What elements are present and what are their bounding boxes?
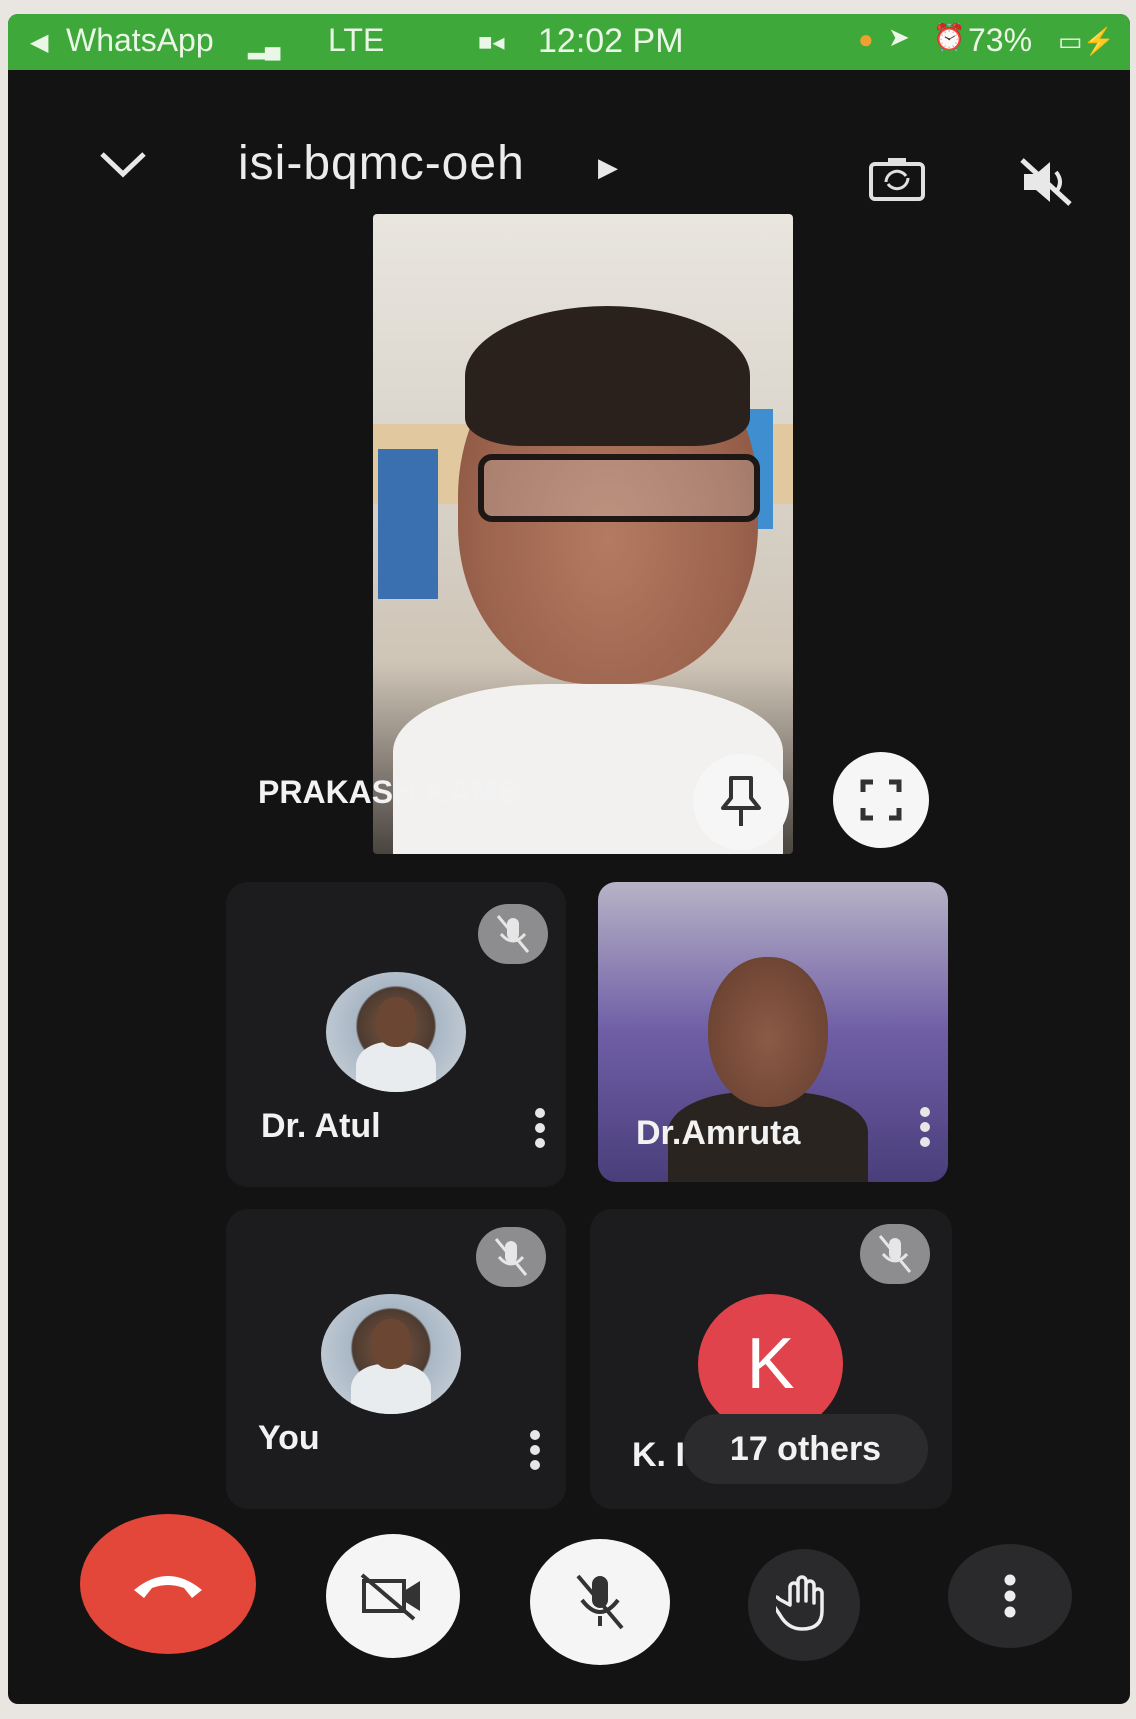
video-person-hair [465,306,750,446]
more-options-icon[interactable] [533,1105,547,1153]
camera-off-button[interactable] [326,1534,460,1658]
phone-screen: ◀ WhatsApp ▂▄ LTE ■◂ 12:02 PM ● ➤ ⏰ 73% … [8,14,1130,1704]
participant-name: K. I [632,1436,685,1474]
orange-dot-icon: ● [858,24,874,54]
end-call-button[interactable] [80,1514,256,1654]
clock: 12:02 PM [538,22,684,60]
participant-tile[interactable]: Dr.Amruta [598,882,948,1182]
more-options-icon[interactable] [918,1104,932,1152]
avatar-initial: K [698,1294,843,1434]
participant-name: You [258,1419,320,1457]
mic-muted-icon [478,904,548,964]
back-arrow-icon[interactable]: ◀ [30,28,48,57]
more-options-icon[interactable] [528,1427,542,1475]
status-bar: ◀ WhatsApp ▂▄ LTE ■◂ 12:02 PM ● ➤ ⏰ 73% … [8,14,1130,70]
participant-name: Dr. Atul [261,1107,381,1145]
speaker-off-icon[interactable] [1018,154,1074,210]
participant-tile[interactable]: Dr. Atul [226,882,566,1187]
pin-button[interactable] [693,754,789,850]
avatar [321,1294,461,1414]
back-app-label[interactable]: WhatsApp [66,22,214,59]
others-count-label[interactable]: 17 others [683,1414,928,1484]
battery-percent: 73% [968,22,1033,58]
raise-hand-button[interactable] [748,1549,860,1661]
mic-muted-icon [860,1224,930,1284]
switch-camera-icon[interactable] [868,156,926,202]
location-icon: ➤ [888,22,910,52]
more-options-button[interactable] [948,1544,1072,1648]
video-person-glasses [478,454,760,522]
battery-charging-icon: ▭⚡ [1058,26,1115,56]
fullscreen-button[interactable] [833,752,929,848]
avatar [326,972,466,1092]
signal-icon: ▂▄ [248,34,281,59]
participant-name: Dr.Amruta [636,1114,801,1152]
meeting-info-arrow-icon[interactable]: ▶ [598,152,618,183]
background-object [378,449,438,599]
video-call-icon: ■◂ [478,29,505,56]
video-person-face [708,957,828,1107]
mic-muted-icon [476,1227,546,1287]
alarm-icon: ⏰ [933,22,966,52]
participant-tile-self[interactable]: You [226,1209,566,1509]
meeting-code[interactable]: isi-bqmc-oeh [238,136,525,191]
network-label: LTE [328,22,385,58]
collapse-chevron-icon[interactable] [98,144,148,184]
mic-off-button[interactable] [530,1539,670,1665]
main-participant-name: PRAKASH KAMB... [258,774,548,810]
